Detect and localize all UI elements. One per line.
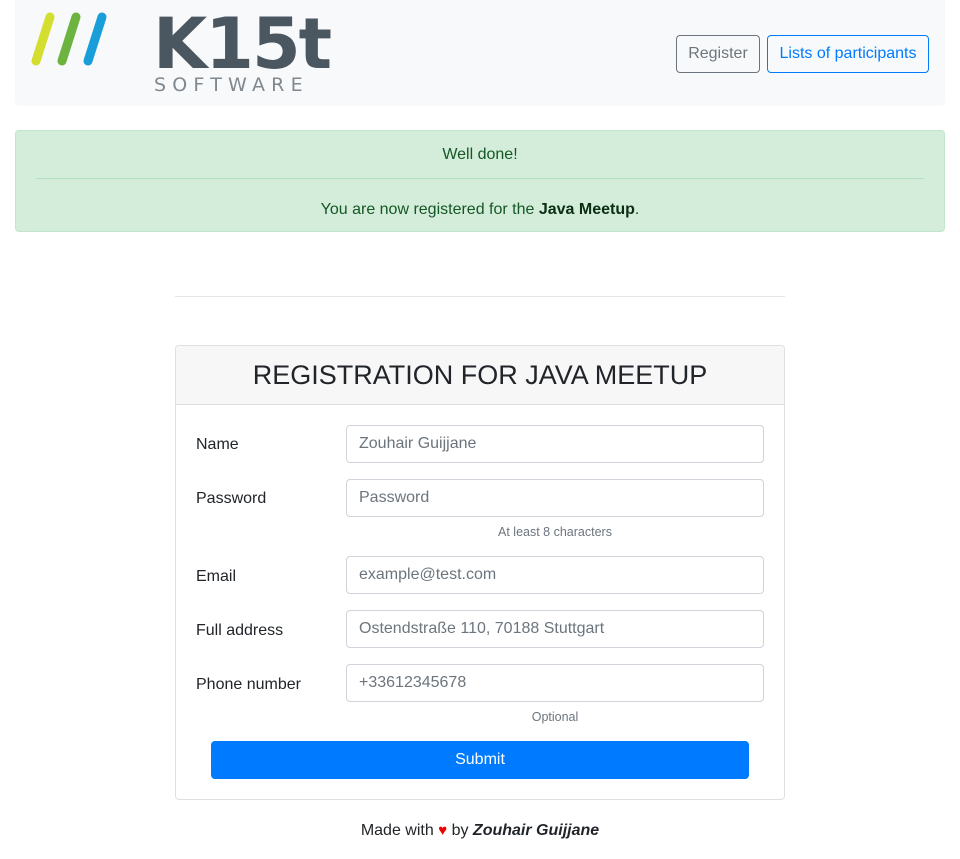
phone-hint: Optional [531,710,579,724]
name-label: Name [196,436,239,453]
alert-message-suffix: . [634,201,640,218]
alert-divider [36,178,924,179]
alert-event-name: Java Meetup [538,201,635,218]
form-title: REGISTRATION FOR JAVA MEETUP [252,360,708,390]
footer-by: by [451,822,469,839]
alert-message-prefix: You are now registered for the [320,201,539,218]
name-input[interactable] [346,425,764,463]
navbar: K15t SOFTWARE Register Lists of particip… [15,0,945,106]
success-alert: Well done! You are now registered for th… [15,130,945,232]
alert-message: You are now registered for the Java Meet… [16,200,944,220]
password-input[interactable] [346,479,764,517]
logo-subtext: SOFTWARE [154,74,309,96]
registration-form: REGISTRATION FOR JAVA MEETUP Name Passwo… [175,345,785,800]
address-label: Full address [196,622,284,639]
password-hint: At least 8 characters [498,525,612,539]
alert-heading: Well done! [442,146,518,163]
submit-button[interactable]: Submit [211,741,749,779]
footer-author: Zouhair Guijjane [472,822,600,839]
phone-input[interactable] [346,664,764,702]
register-button[interactable]: Register [676,35,760,73]
k15t-logo[interactable]: K15t SOFTWARE [30,8,332,98]
logo-text: K15t [153,3,332,85]
footer: Made with ♥ by Zouhair Guijjane [0,820,960,842]
section-divider [175,296,785,297]
password-label: Password [196,490,267,507]
logo-stripes-icon [31,12,107,66]
form-header: REGISTRATION FOR JAVA MEETUP [176,346,784,405]
heart-icon: ♥ [438,822,448,839]
participants-list-button[interactable]: Lists of participants [767,35,929,73]
footer-prefix: Made with [360,822,434,839]
email-input[interactable] [346,556,764,594]
phone-label: Phone number [196,676,301,693]
email-label: Email [196,568,237,585]
address-input[interactable] [346,610,764,648]
